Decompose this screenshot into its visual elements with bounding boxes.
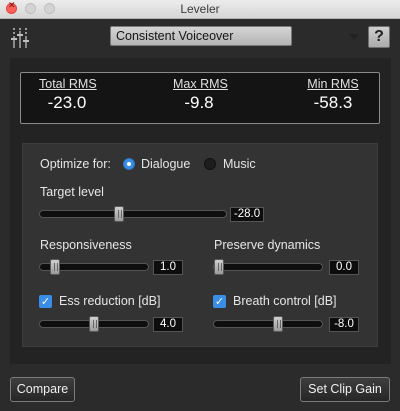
help-button[interactable]: ?	[368, 26, 390, 48]
min-rms-meter: Min RMS -58.3	[307, 77, 359, 113]
preserve-dynamics-label: Preserve dynamics	[214, 238, 321, 252]
slider-thumb[interactable]	[113, 206, 124, 222]
preset-selected-label: Consistent Voiceover	[116, 29, 234, 43]
responsiveness-value[interactable]: 1.0	[153, 260, 183, 275]
ess-reduction-slider[interactable]	[39, 316, 149, 332]
help-icon: ?	[374, 28, 384, 45]
slider-thumb[interactable]	[272, 316, 283, 332]
slider-thumb[interactable]	[214, 259, 224, 275]
dropdown-caret-icon	[349, 34, 359, 40]
preset-dropdown[interactable]: Consistent Voiceover	[110, 26, 389, 46]
breath-control-label: Breath control [dB]	[233, 294, 337, 308]
preserve-dynamics-value[interactable]: 0.0	[329, 260, 359, 275]
meter-value: -58.3	[313, 93, 353, 112]
leveler-module-icon	[10, 26, 32, 50]
title-bar: ✕ Leveler	[0, 0, 400, 19]
main-panel: Total RMS -23.0 Max RMS -9.8 Min RMS -58…	[10, 58, 391, 364]
meter-value: -23.0	[47, 93, 87, 112]
music-label[interactable]: Music	[223, 157, 256, 171]
optimize-for-label: Optimize for:	[40, 157, 111, 171]
breath-control-checkbox[interactable]: ✓	[213, 295, 226, 308]
checkmark-icon: ✓	[40, 295, 51, 308]
meter-label: Max RMS	[173, 77, 228, 91]
slider-thumb[interactable]	[49, 259, 60, 275]
breath-control-value[interactable]: -8.0	[329, 317, 359, 332]
total-rms-meter: Total RMS -23.0	[39, 77, 97, 113]
radio-music[interactable]	[204, 158, 216, 170]
radio-dialogue[interactable]	[123, 158, 135, 170]
responsiveness-label: Responsiveness	[40, 238, 132, 252]
target-level-label: Target level	[40, 185, 104, 199]
compare-button[interactable]: Compare	[10, 377, 75, 402]
meter-label: Total RMS	[39, 77, 97, 91]
ess-reduction-label: Ess reduction [dB]	[59, 294, 161, 308]
target-level-slider[interactable]	[39, 206, 227, 222]
slider-thumb[interactable]	[89, 316, 99, 332]
responsiveness-slider[interactable]	[39, 259, 149, 275]
max-rms-meter: Max RMS -9.8	[173, 77, 228, 113]
ess-reduction-value[interactable]: 4.0	[153, 317, 183, 332]
controls-panel: Optimize for: Dialogue Music Target leve…	[22, 143, 378, 347]
window-title: Leveler	[180, 2, 220, 16]
ess-reduction-checkbox[interactable]: ✓	[39, 295, 52, 308]
meter-value: -9.8	[184, 93, 214, 112]
set-clip-gain-button[interactable]: Set Clip Gain	[300, 377, 390, 402]
meter-label: Min RMS	[307, 77, 359, 91]
preserve-dynamics-slider[interactable]	[213, 259, 323, 275]
checkmark-icon: ✓	[214, 295, 225, 308]
dialogue-label[interactable]: Dialogue	[141, 157, 190, 171]
rms-meters: Total RMS -23.0 Max RMS -9.8 Min RMS -58…	[20, 72, 380, 124]
breath-control-slider[interactable]	[213, 316, 323, 332]
target-level-value[interactable]: -28.0	[230, 207, 264, 222]
